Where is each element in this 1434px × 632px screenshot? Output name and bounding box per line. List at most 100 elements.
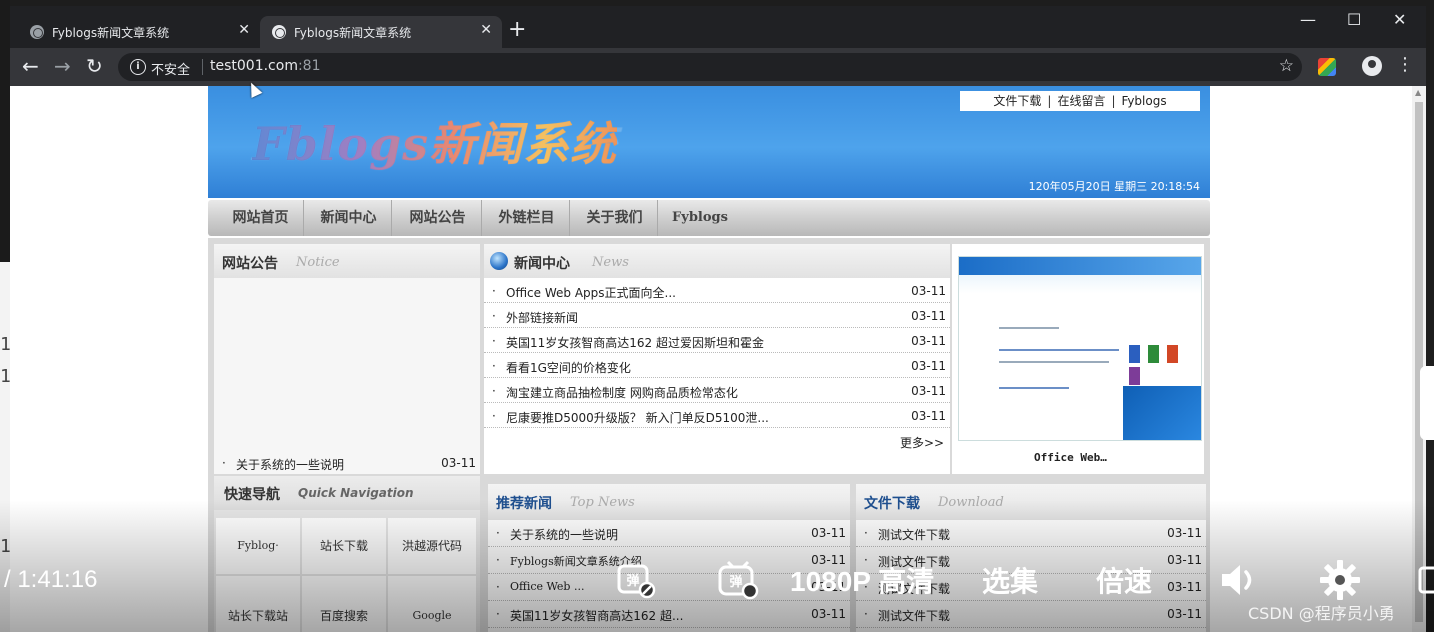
- new-tab-button[interactable]: +: [508, 18, 526, 42]
- quick-nav-link[interactable]: 百度搜索: [302, 576, 386, 632]
- scrollbar-thumb[interactable]: [1415, 102, 1423, 622]
- table-row[interactable]: · 关于系统的一些说明 03-11: [488, 520, 850, 547]
- table-row[interactable]: · 英国11岁女孩智商高达162 超过爱因斯坦和霍金 03-11: [484, 328, 950, 353]
- gear-icon[interactable]: [1318, 558, 1362, 602]
- danmaku-settings-icon[interactable]: 弹: [716, 558, 760, 602]
- item-date: 03-11: [441, 456, 476, 470]
- thumbnail-line: [999, 327, 1059, 329]
- top-link-download[interactable]: 文件下载: [987, 94, 1047, 108]
- menu-item-news[interactable]: 新闻中心: [306, 200, 392, 236]
- item-title[interactable]: 英国11岁女孩智商高达162 超过爱因斯坦和霍金: [506, 334, 764, 351]
- quick-nav-link[interactable]: 洪越源代码: [388, 518, 476, 574]
- table-row[interactable]: · 测试文件下载 03-11: [856, 601, 1206, 628]
- item-title[interactable]: 淘宝建立商品抽检制度 网购商品质检常态化: [506, 384, 738, 401]
- svg-text:弹: 弹: [626, 573, 639, 589]
- close-window-button[interactable]: ✕: [1393, 10, 1406, 29]
- powerpoint-icon: [1167, 345, 1178, 363]
- item-title[interactable]: Office Web Apps正式面向全...: [506, 284, 676, 301]
- item-title[interactable]: 外部链接新闻: [506, 309, 578, 326]
- site-logo[interactable]: Fblogs新闻系统: [252, 108, 617, 174]
- bullet: ·: [496, 580, 500, 594]
- item-date: 03-11: [911, 409, 946, 423]
- bullet: ·: [222, 456, 226, 470]
- scroll-up-icon[interactable]: ▲: [1415, 88, 1421, 97]
- quick-nav-link[interactable]: 站长下载站: [216, 576, 300, 632]
- close-icon[interactable]: ✕: [238, 22, 250, 38]
- item-date: 03-11: [911, 359, 946, 373]
- table-row[interactable]: · Office Web Apps正式面向全... 03-11: [484, 278, 950, 303]
- top-news-panel: 推荐新闻 Top News · 关于系统的一些说明 03-11 · Fyblogs新闻…: [488, 484, 850, 632]
- volume-icon[interactable]: [1216, 558, 1260, 602]
- thumbnail-caption[interactable]: Office Web…: [1034, 451, 1107, 464]
- item-date: 03-11: [811, 607, 846, 621]
- more-link[interactable]: 更多>>: [900, 434, 944, 451]
- menu-item-about[interactable]: 关于我们: [572, 200, 658, 236]
- danmaku-off-icon[interactable]: 弹: [614, 558, 658, 602]
- item-title[interactable]: 英国11岁女孩智商高达162 超...: [510, 607, 683, 624]
- browser-tab-2[interactable]: Fyblogs新闻文章系统 ✕: [260, 16, 502, 48]
- globe-icon: [490, 252, 508, 270]
- quality-button[interactable]: 1080P 高清: [790, 560, 934, 600]
- info-icon[interactable]: i: [130, 59, 146, 75]
- table-row[interactable]: · 外部链接新闻 03-11: [484, 303, 950, 328]
- quick-nav-link[interactable]: 站长下载: [302, 518, 386, 574]
- close-icon[interactable]: ✕: [480, 22, 492, 38]
- security-label[interactable]: 不安全: [151, 59, 190, 78]
- menu-item-notice[interactable]: 网站公告: [394, 200, 482, 236]
- table-row[interactable]: · 测试文件下载 03-11: [856, 520, 1206, 547]
- back-button[interactable]: ←: [22, 55, 39, 77]
- quick-nav-link[interactable]: Fyblog·: [216, 518, 300, 574]
- bullet: ·: [492, 409, 496, 423]
- quick-nav-link[interactable]: Google: [388, 576, 476, 632]
- item-title[interactable]: 尼康要推D5000升级版？ 新入门单反D5100泄...: [506, 409, 769, 426]
- extension-icon[interactable]: [1318, 58, 1336, 76]
- top-links: 文件下载 | 在线留言 | Fyblogs: [960, 91, 1200, 111]
- item-date: 03-11: [1167, 607, 1202, 621]
- background-editor-strip: 1 1 1: [0, 0, 11, 632]
- divider: |: [1111, 94, 1116, 108]
- table-row[interactable]: · 淘宝建立商品抽检制度 网购商品质检常态化 03-11: [484, 378, 950, 403]
- menu-icon[interactable]: ⋮: [1396, 54, 1414, 75]
- news-thumbnail-image[interactable]: [958, 256, 1202, 441]
- page-scrollbar[interactable]: ▲: [1412, 86, 1426, 632]
- bullet: ·: [864, 607, 868, 621]
- maximize-button[interactable]: ☐: [1347, 10, 1361, 29]
- thumbnail-line: [999, 349, 1119, 351]
- table-row[interactable]: · 英国11岁女孩智商高达162 超... 03-11: [488, 601, 850, 628]
- top-link-fyblogs[interactable]: Fyblogs: [1116, 94, 1173, 108]
- item-date: 03-11: [1167, 553, 1202, 567]
- item-title[interactable]: Office Web ...: [510, 580, 584, 593]
- episodes-button[interactable]: 选集: [982, 560, 1038, 600]
- menu-item-home[interactable]: 网站首页: [218, 200, 304, 236]
- item-title[interactable]: 测试文件下载: [878, 526, 950, 543]
- bullet: ·: [492, 359, 496, 373]
- table-row[interactable]: · 看看1G空间的价格变化 03-11: [484, 353, 950, 378]
- table-row[interactable]: · 尼康要推D5000升级版？ 新入门单反D5100泄... 03-11: [484, 403, 950, 428]
- list-item[interactable]: · 关于系统的一些说明 03-11: [214, 450, 480, 475]
- item-title[interactable]: 关于系统的一些说明: [510, 526, 618, 543]
- bullet: ·: [492, 309, 496, 323]
- globe-icon: [272, 25, 286, 39]
- divider: [202, 59, 203, 75]
- onenote-icon: [1129, 367, 1140, 385]
- speed-button[interactable]: 倍速: [1096, 560, 1152, 600]
- reload-button[interactable]: ↻: [86, 55, 103, 77]
- star-icon[interactable]: ☆: [1279, 56, 1294, 76]
- menu-item-fyblogs[interactable]: Fyblogs: [660, 200, 740, 236]
- forward-button[interactable]: →: [54, 55, 71, 77]
- item-date: 03-11: [911, 284, 946, 298]
- browser-tab-1[interactable]: Fyblogs新闻文章系统 ✕: [18, 16, 260, 48]
- menu-item-links[interactable]: 外链栏目: [484, 200, 570, 236]
- player-time: / 1:41:16: [4, 566, 98, 593]
- address-bar[interactable]: i 不安全 test001.com:81 ☆: [118, 53, 1302, 81]
- url-text[interactable]: test001.com:81: [210, 58, 321, 74]
- item-title[interactable]: 测试文件下载: [878, 607, 950, 624]
- minimize-button[interactable]: —: [1300, 10, 1316, 29]
- fullscreen-icon[interactable]: [1416, 558, 1434, 602]
- item-title[interactable]: 关于系统的一些说明: [236, 456, 344, 473]
- side-panel-tab[interactable]: [1420, 366, 1434, 440]
- profile-icon[interactable]: [1362, 56, 1382, 76]
- item-title[interactable]: 看看1G空间的价格变化: [506, 359, 631, 376]
- top-link-message[interactable]: 在线留言: [1051, 94, 1111, 108]
- bullet: ·: [496, 526, 500, 540]
